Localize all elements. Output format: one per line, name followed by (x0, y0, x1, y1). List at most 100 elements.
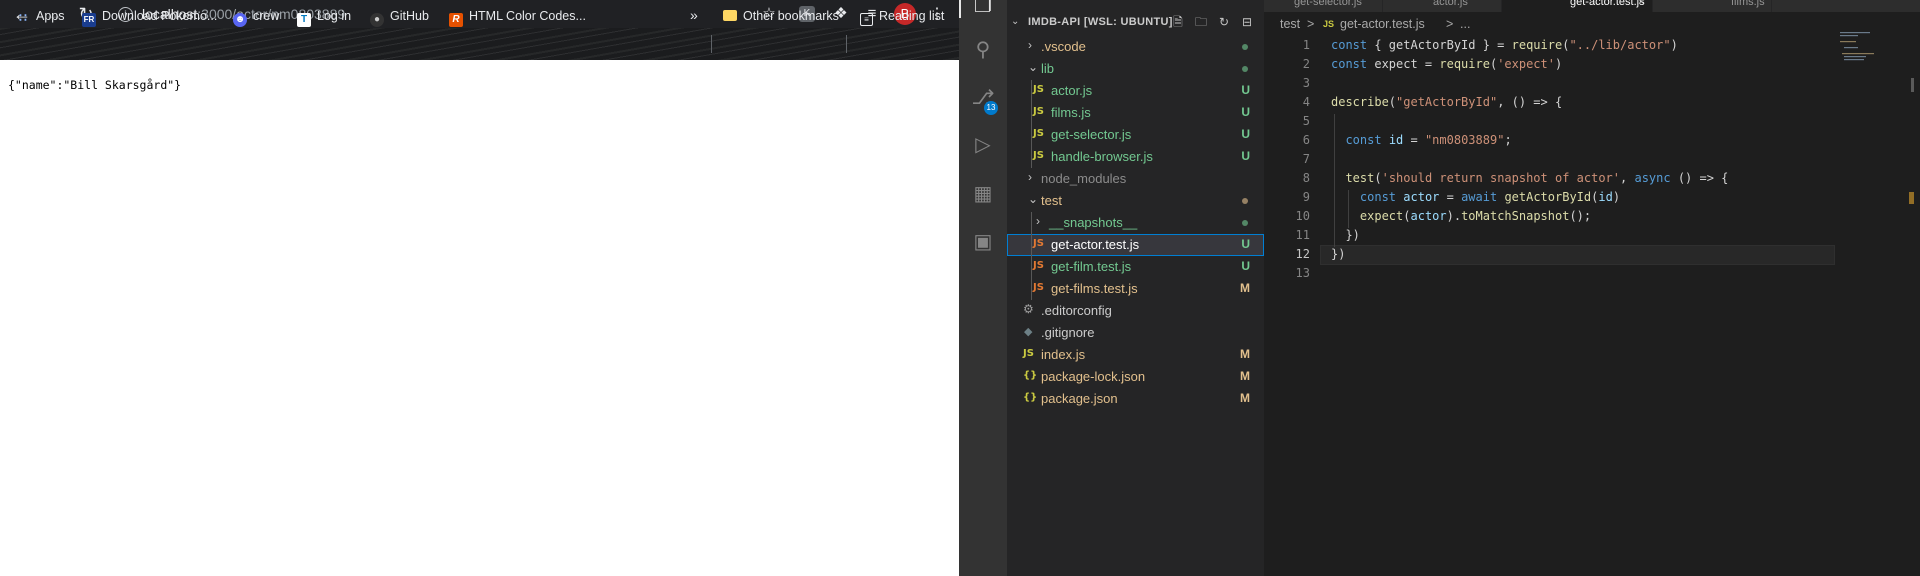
tab-actor-js[interactable]: actor.js (1383, 0, 1502, 12)
bookmarks-bar (0, 28, 959, 60)
line-number: 7 (1302, 152, 1310, 166)
js-file-icon: JS (1033, 106, 1044, 117)
run-debug-icon[interactable]: ▷ (971, 133, 995, 157)
explorer-files-icon[interactable]: ❐ (971, 0, 995, 18)
js-file-icon: JS (1033, 128, 1044, 139)
chevron-right-icon: › (1028, 170, 1032, 184)
chevron-down-icon: ⌄ (1011, 16, 1020, 27)
tree-item-label: .editorconfig (1041, 303, 1112, 318)
tree-item-films-js[interactable]: JS films.js U (1007, 102, 1264, 124)
refresh-explorer-icon[interactable]: ↻ (1217, 15, 1231, 29)
code-line[interactable]: }) (1331, 228, 1359, 242)
bookmark-github[interactable]: ● GitHub (370, 9, 429, 27)
collapse-folders-icon[interactable]: ⊟ (1240, 15, 1254, 29)
line-number: 13 (1295, 266, 1310, 280)
tree-item-index-js[interactable]: JS index.js M (1007, 344, 1264, 366)
tab-label: films.js (1731, 0, 1765, 8)
tree-item-get-selector-js[interactable]: JS get-selector.js U (1007, 124, 1264, 146)
tree-item-label: index.js (1041, 347, 1086, 362)
bookmark-html-colors[interactable]: R HTML Color Codes... (449, 9, 586, 27)
tree-item-label: package-lock.json (1041, 369, 1146, 384)
editor-scrollbar-thumb[interactable] (1911, 78, 1914, 92)
scrollbar-modified-marker (1909, 192, 1914, 204)
bookmark-label: Apps (36, 9, 65, 23)
tree-item-package-lock-json[interactable]: {} package-lock.json M (1007, 366, 1264, 388)
line-number: 6 (1302, 133, 1310, 147)
other-bookmarks-button[interactable]: Other bookmarks (723, 9, 839, 24)
bookmark-label: crew (253, 9, 280, 23)
bookmark-apps[interactable]: ∷ Apps (16, 9, 65, 25)
bookmark-crew[interactable]: ☻ crew (233, 9, 279, 27)
tree-item-get-actor-test-js[interactable]: JS get-actor.test.js U (1007, 234, 1264, 256)
tab-films-js[interactable]: films.js (1653, 0, 1772, 12)
line-number: 2 (1302, 57, 1310, 71)
breadcrumb-file[interactable]: get-actor.test.js (1340, 17, 1425, 31)
html-color-icon: R (449, 13, 463, 27)
workspace-title: IMDB-API [WSL: UBUNTU] (1028, 16, 1173, 28)
tree-item-package-json[interactable]: {} package.json M (1007, 388, 1264, 410)
close-icon[interactable]: × (1638, 0, 1644, 8)
github-icon: ● (370, 13, 384, 27)
code-line[interactable]: expect(actor).toMatchSnapshot(); (1331, 209, 1591, 223)
tab-label: get-actor.test.js (1570, 0, 1645, 8)
tab-overflow[interactable] (1772, 0, 1920, 12)
tree-item-snapshots-folder[interactable]: › __snapshots__ (1007, 212, 1264, 234)
tab-get-selector-js[interactable]: get-selector.js (1264, 0, 1383, 12)
breadcrumb-folder[interactable]: test (1280, 17, 1300, 31)
tree-item-editorconfig[interactable]: ⚙ .editorconfig (1007, 300, 1264, 322)
discord-icon: ☻ (233, 13, 247, 27)
line-number: 5 (1302, 114, 1310, 128)
js-test-file-icon: JS (1033, 260, 1044, 271)
bookmark-login[interactable]: T Log in (297, 9, 351, 27)
tree-item-label: actor.js (1051, 83, 1093, 98)
tree-item-vscode-folder[interactable]: › .vscode (1007, 36, 1264, 58)
code-line[interactable]: describe("getActorById", () => { (1331, 95, 1562, 109)
js-file-icon: JS (1023, 348, 1034, 359)
tree-item-handle-browser-js[interactable]: JS handle-browser.js U (1007, 146, 1264, 168)
code-line[interactable]: }) (1331, 247, 1345, 261)
tab-get-actor-test-js[interactable]: get-actor.test.js × (1502, 0, 1653, 12)
reading-list-button[interactable]: ≡ Reading list (860, 9, 944, 26)
code-line[interactable]: const id = "nm0803889"; (1331, 133, 1511, 147)
tree-item-label: node_modules (1041, 171, 1127, 186)
minimap[interactable] (1840, 30, 1900, 70)
tab-label: actor.js (1433, 0, 1468, 8)
remote-explorer-icon[interactable]: ▣ (971, 230, 995, 254)
tree-item-node-modules-folder[interactable]: › node_modules (1007, 168, 1264, 190)
tree-item-label: get-actor.test.js (1051, 237, 1140, 252)
git-status-badge: U (1241, 83, 1250, 97)
breadcrumb-separator: > (1307, 17, 1315, 31)
git-status-dot (1242, 198, 1248, 204)
other-bookmarks-label: Other bookmarks (743, 9, 839, 23)
code-line[interactable]: const actor = await getActorById(id) (1331, 190, 1620, 204)
bookmarks-overflow-button[interactable]: » (690, 8, 698, 23)
code-line[interactable]: const { getActorById } = require("../lib… (1331, 38, 1678, 52)
extensions-icon[interactable]: ▦ (971, 182, 995, 206)
tree-item-label: films.js (1051, 105, 1091, 120)
tree-item-test-folder[interactable]: ⌄ test (1007, 190, 1264, 212)
apps-grid-icon: ∷ (19, 11, 27, 25)
code-line[interactable]: test('should return snapshot of actor', … (1331, 171, 1728, 185)
line-number: 4 (1302, 95, 1310, 109)
fr-site-icon: FR (82, 13, 96, 27)
js-test-file-icon: JS (1033, 282, 1044, 293)
page-json-output: {"name":"Bill Skarsgård"} (8, 78, 182, 92)
git-status-badge: U (1241, 259, 1250, 273)
chevron-down-icon: ⌄ (1028, 60, 1039, 74)
tree-item-actor-js[interactable]: JS actor.js U (1007, 80, 1264, 102)
breadcrumb-symbols[interactable]: ... (1460, 17, 1470, 31)
git-status-badge: U (1241, 149, 1250, 163)
git-status-badge: M (1240, 347, 1250, 361)
tree-item-gitignore[interactable]: ◆ .gitignore (1007, 322, 1264, 344)
chevron-right-icon: › (1036, 214, 1040, 228)
tree-item-lib-folder[interactable]: ⌄ lib (1007, 58, 1264, 80)
tree-item-get-film-test-js[interactable]: JS get-film.test.js U (1007, 256, 1264, 278)
new-folder-icon[interactable]: 🗀 (1194, 15, 1208, 29)
code-line[interactable]: const expect = require('expect') (1331, 57, 1562, 71)
new-file-icon[interactable]: 🗎 (1171, 15, 1185, 29)
git-status-badge: M (1240, 281, 1250, 295)
tree-item-get-films-test-js[interactable]: JS get-films.test.js M (1007, 278, 1264, 300)
bookmark-pokemon[interactable]: FR Download Pokemo... (82, 9, 217, 27)
current-line-highlight (1320, 245, 1835, 265)
search-icon[interactable]: ⚲ (971, 38, 995, 62)
